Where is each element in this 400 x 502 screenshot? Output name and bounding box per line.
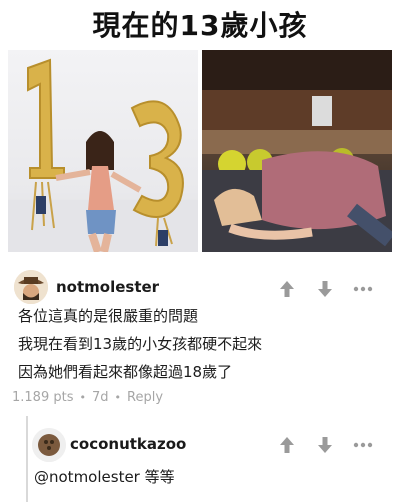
more-dots-icon[interactable] — [352, 434, 374, 456]
arrow-up-icon[interactable] — [276, 434, 298, 456]
avatar[interactable] — [14, 270, 48, 304]
meme-photos — [8, 50, 392, 252]
reply-thread-line — [26, 416, 28, 502]
photo-bowling-alley — [202, 50, 392, 252]
comment-text-line: 因為她們看起來都像超過18歲了 — [18, 363, 233, 381]
more-dots-icon[interactable] — [352, 278, 374, 300]
comment: notmolester 各位這真的是很嚴重的問題 我現在看到13歲的小女孩都硬不… — [0, 258, 400, 414]
comment-username[interactable]: notmolester — [56, 278, 159, 296]
bowling-photo-illustration — [202, 50, 392, 252]
reply-button[interactable]: Reply — [127, 390, 163, 405]
comment-meta: 1.189 pts • 7d • Reply — [12, 390, 163, 405]
avatar[interactable] — [32, 428, 66, 462]
separator-dot: • — [79, 391, 86, 404]
arrow-up-icon[interactable] — [276, 278, 298, 300]
arrow-down-icon[interactable] — [314, 434, 336, 456]
arrow-down-icon[interactable] — [314, 278, 336, 300]
coconut-avatar-icon — [32, 428, 66, 462]
reply-text: @notmolester 等等 — [34, 468, 175, 486]
separator-dot: • — [114, 391, 122, 404]
meme-title: 現在的13歲小孩 — [92, 9, 308, 42]
comment-age: 7d — [91, 390, 109, 405]
comment-text-line: 我現在看到13歲的小女孩都硬不起來 — [18, 335, 263, 353]
balloon-photo-illustration — [8, 58, 198, 252]
cowboy-avatar-icon — [14, 270, 48, 304]
comment-text-line: 各位這真的是很嚴重的問題 — [18, 307, 199, 325]
reply-username[interactable]: coconutkazoo — [70, 435, 186, 453]
points-count: 1.189 pts — [12, 390, 74, 405]
photo-girl-with-balloons — [8, 50, 198, 252]
comment-thread: notmolester 各位這真的是很嚴重的問題 我現在看到13歲的小女孩都硬不… — [0, 258, 400, 502]
